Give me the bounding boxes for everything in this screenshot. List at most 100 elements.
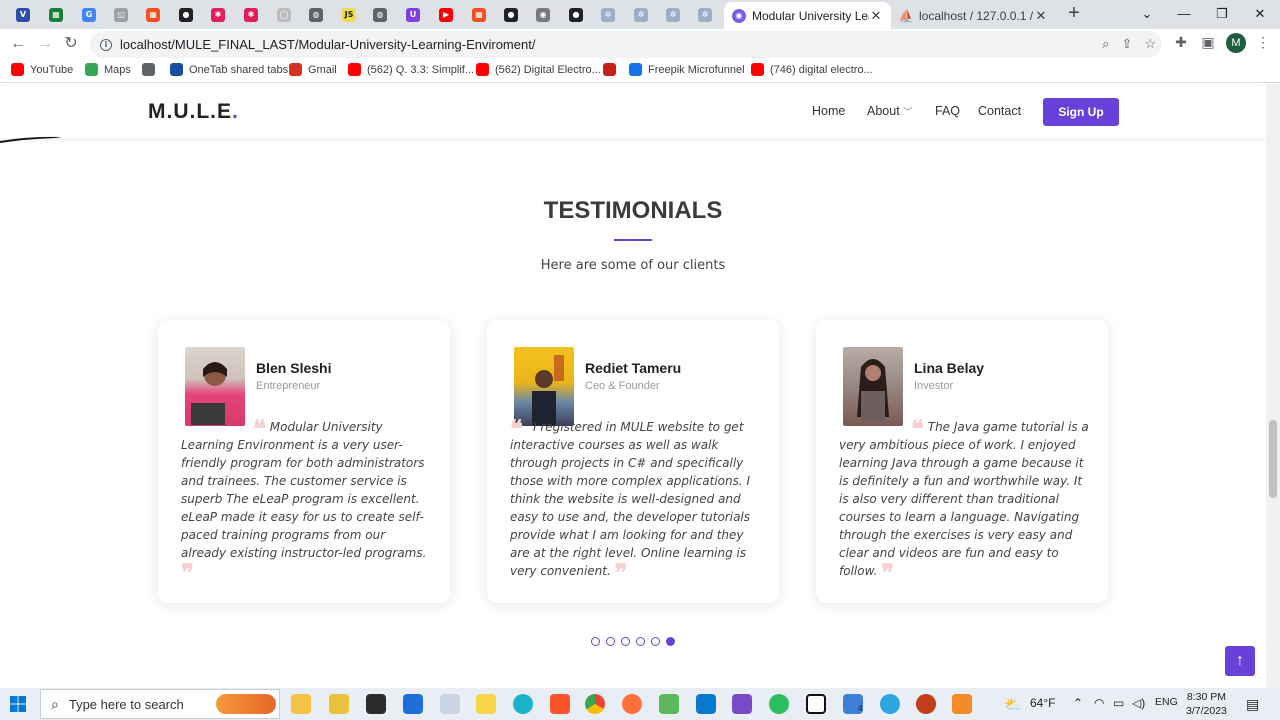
bookmark-item[interactable]: OneTab shared tabs: [170, 63, 288, 76]
minimize-button[interactable]: —: [1170, 4, 1198, 24]
battery-icon[interactable]: ▭: [1113, 696, 1124, 710]
windows-start-icon[interactable]: [10, 696, 26, 712]
firefox-icon[interactable]: [622, 694, 642, 714]
weather-temp[interactable]: 64°F: [1030, 696, 1055, 710]
app-icon[interactable]: [403, 694, 423, 714]
site-logo[interactable]: M.U.L.E.: [148, 100, 239, 124]
pinned-tab[interactable]: JS: [338, 4, 360, 25]
pinned-tab[interactable]: ✱: [240, 4, 262, 25]
tab-search-icon[interactable]: ⌄: [1133, 4, 1161, 24]
pinned-tab[interactable]: ●: [565, 4, 587, 25]
tab-inactive[interactable]: ⛵ localhost / 127.0.0.1 / mu ✕: [891, 2, 1056, 29]
language-indicator[interactable]: ENG: [1155, 696, 1178, 708]
pinned-tab[interactable]: V: [12, 4, 34, 25]
pinned-tab[interactable]: ◱: [110, 4, 132, 25]
bookmark-item[interactable]: (562) Digital Electro...: [476, 63, 601, 76]
bookmark-item[interactable]: Gmail: [289, 63, 337, 76]
close-icon[interactable]: ✕: [869, 8, 883, 24]
pinned-tab[interactable]: ◍: [305, 4, 327, 25]
carousel-dot[interactable]: [651, 637, 660, 646]
back-icon[interactable]: ←: [8, 34, 28, 54]
pinned-tab[interactable]: ◯: [273, 4, 295, 25]
pinned-tab[interactable]: ●: [175, 4, 197, 25]
pinned-tab[interactable]: ◉: [532, 4, 554, 25]
pinned-tab[interactable]: ✲: [662, 4, 684, 25]
figma-icon[interactable]: [366, 694, 386, 714]
bookmark-item[interactable]: Maps: [85, 63, 131, 76]
reload-icon[interactable]: ↻: [61, 34, 81, 54]
volume-icon[interactable]: ◁): [1132, 696, 1145, 710]
pinned-tab[interactable]: ✲: [630, 4, 652, 25]
bookmark-item[interactable]: Freepik Microfunnel: [629, 63, 745, 76]
pinned-tab[interactable]: ✲: [597, 4, 619, 25]
profile-avatar[interactable]: M: [1226, 33, 1246, 53]
app-icon[interactable]: [659, 694, 679, 714]
site-info-icon[interactable]: i: [100, 38, 112, 51]
evernote-icon[interactable]: [769, 694, 789, 714]
nav-contact[interactable]: Contact: [978, 104, 1021, 118]
clock[interactable]: 8:30 PM 3/7/2023: [1186, 690, 1227, 718]
bookmark-item[interactable]: (562) Q. 3.3: Simplif...: [348, 63, 474, 76]
pinned-tab[interactable]: ●: [500, 4, 522, 25]
search-highlight-icon[interactable]: [216, 694, 276, 714]
file-explorer-icon[interactable]: [291, 694, 311, 714]
close-icon[interactable]: ✕: [1034, 8, 1048, 24]
share-icon[interactable]: ⇪: [1121, 36, 1132, 52]
visual-studio-icon[interactable]: [732, 694, 752, 714]
carousel-dot[interactable]: [606, 637, 615, 646]
pinned-tab[interactable]: ✱: [207, 4, 229, 25]
telegram-icon[interactable]: [880, 694, 900, 714]
signup-button[interactable]: Sign Up: [1043, 98, 1119, 126]
side-panel-icon[interactable]: ▣: [1198, 34, 1218, 51]
scrollbar-thumb[interactable]: [1269, 420, 1277, 498]
pinned-tab[interactable]: ✲: [694, 4, 716, 25]
canva-icon[interactable]: [513, 694, 533, 714]
tab-active[interactable]: ◉ Modular University Learni ✕: [724, 2, 891, 29]
notifications-icon[interactable]: ▤: [1246, 696, 1259, 713]
carousel-dot[interactable]: [636, 637, 645, 646]
wifi-icon[interactable]: ◠: [1094, 696, 1104, 710]
nav-home[interactable]: Home: [812, 104, 845, 118]
nav-about[interactable]: About ﹀: [867, 104, 912, 118]
forward-icon[interactable]: →: [35, 34, 55, 54]
bookmark-item[interactable]: [603, 63, 622, 76]
pinned-tab[interactable]: ▶: [435, 4, 457, 25]
app-icon[interactable]: [329, 694, 349, 714]
zoom-icon[interactable]: ⌕: [1102, 36, 1109, 52]
nav-faq[interactable]: FAQ: [935, 104, 960, 118]
xampp-icon[interactable]: [952, 694, 972, 714]
extensions-icon[interactable]: ✚: [1171, 34, 1191, 51]
pinned-tab[interactable]: ▦: [45, 4, 67, 25]
carousel-dot[interactable]: [591, 637, 600, 646]
maps-icon: [85, 63, 98, 76]
address-bar[interactable]: i localhost/MULE_FINAL_LAST/Modular-Univ…: [90, 31, 1162, 58]
brave-icon[interactable]: [550, 694, 570, 714]
chevron-up-icon[interactable]: ⌃: [1073, 696, 1083, 710]
back-to-top-button[interactable]: ↑: [1225, 646, 1255, 676]
pinned-tab[interactable]: U: [402, 4, 424, 25]
carousel-dot[interactable]: [666, 637, 675, 646]
mule-favicon-icon: ◉: [732, 8, 746, 23]
bookmark-star-icon[interactable]: ☆: [1144, 36, 1156, 52]
bookmark-item[interactable]: [142, 63, 161, 76]
sticky-notes-icon[interactable]: [476, 694, 496, 714]
bookmark-item[interactable]: (746) digital electro...: [751, 63, 873, 76]
youtube-icon: [11, 63, 24, 76]
app-icon[interactable]: [440, 694, 460, 714]
scrollbar[interactable]: [1266, 84, 1280, 688]
close-window-button[interactable]: ✕: [1246, 4, 1274, 24]
vscode-icon[interactable]: [696, 694, 716, 714]
pinned-tab[interactable]: ▦: [142, 4, 164, 25]
menu-icon[interactable]: ⋮: [1253, 34, 1273, 51]
new-tab-button[interactable]: +: [1064, 3, 1084, 24]
carousel-dot[interactable]: [621, 637, 630, 646]
chrome-icon[interactable]: [585, 694, 605, 714]
pinned-tab[interactable]: ◍: [369, 4, 391, 25]
bookmark-item[interactable]: YouTube: [11, 63, 73, 76]
notion-icon[interactable]: [806, 694, 826, 714]
pinned-tab[interactable]: ▦: [468, 4, 490, 25]
powerpoint-icon[interactable]: [916, 694, 936, 714]
maximize-button[interactable]: ❐: [1208, 4, 1236, 24]
weather-icon: ⛅: [1004, 696, 1022, 712]
pinned-tab[interactable]: G: [78, 4, 100, 25]
